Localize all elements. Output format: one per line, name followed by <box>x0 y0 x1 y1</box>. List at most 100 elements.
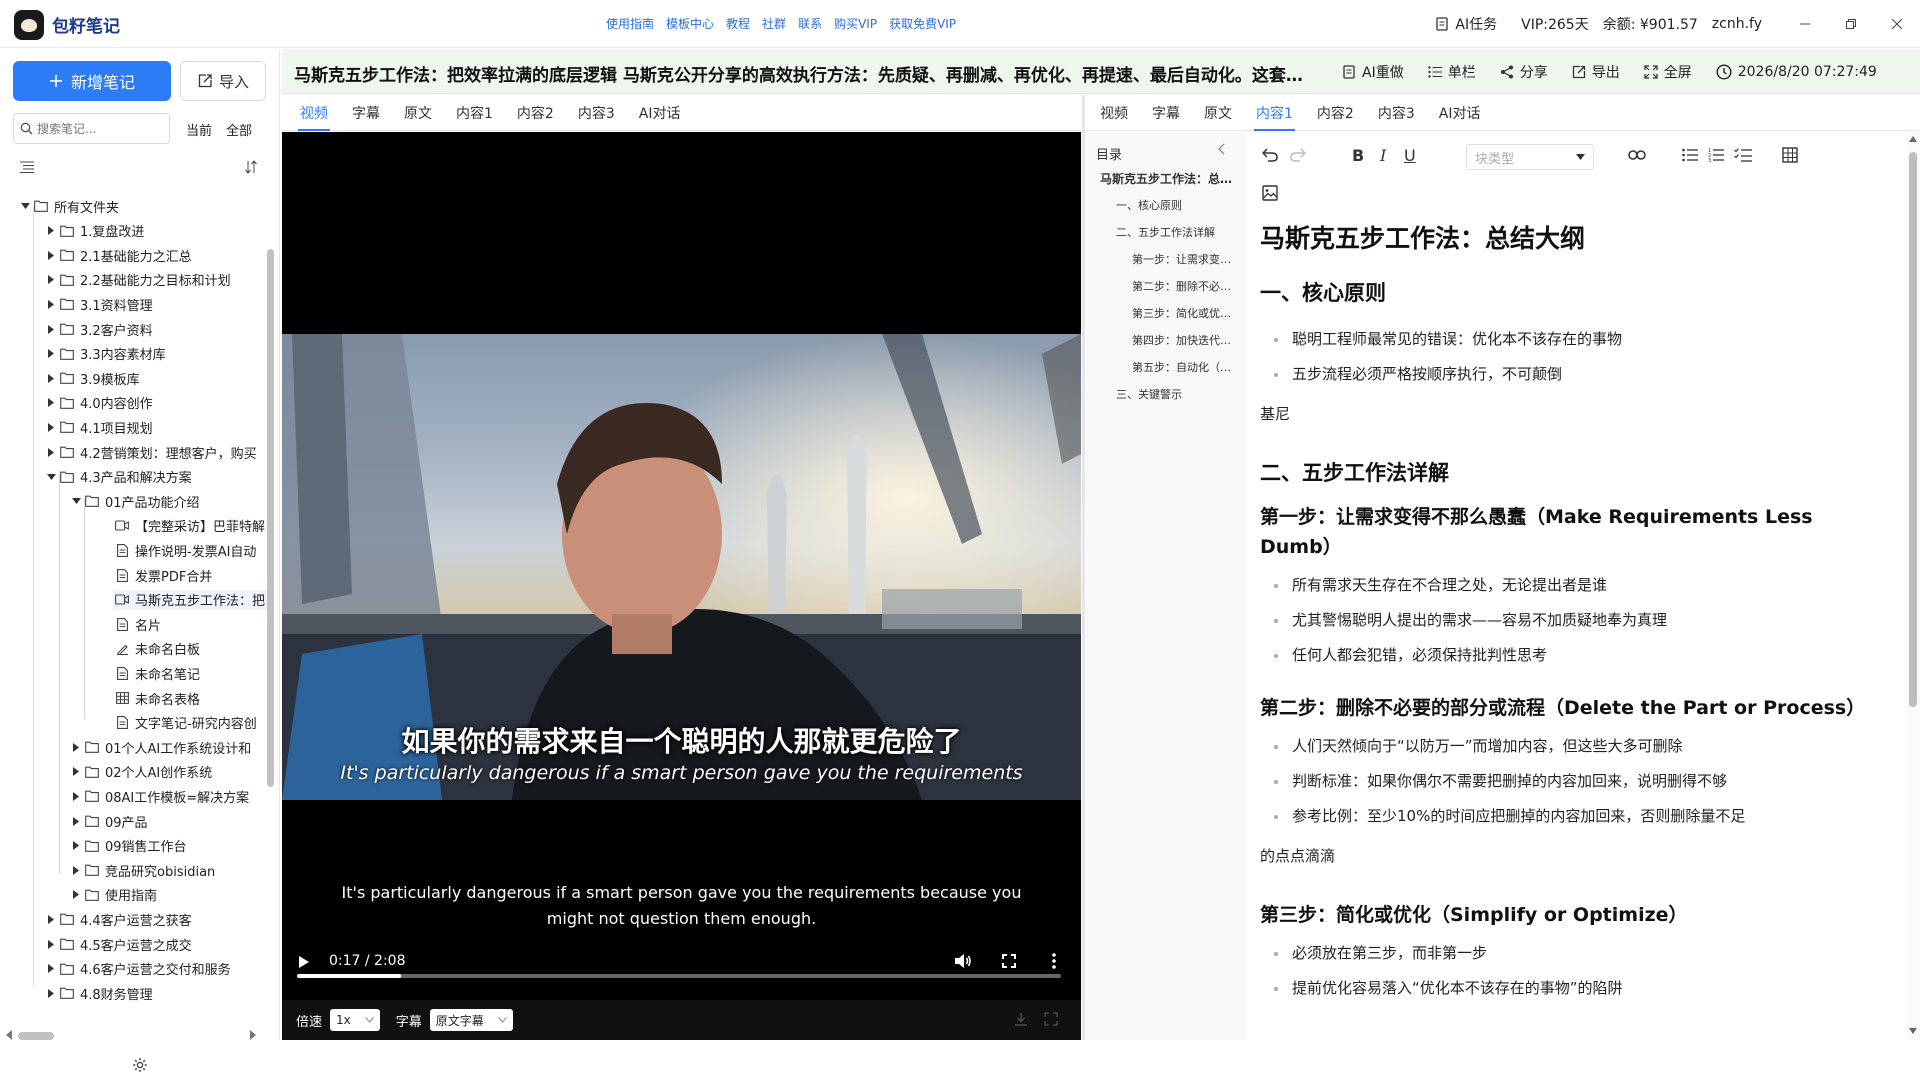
toc-item[interactable]: 第三步：简化或优… <box>1132 305 1236 321</box>
video-progress-bar[interactable] <box>297 974 1061 978</box>
tree-item[interactable]: 4.2营销策划：理想客户，购买 <box>44 442 257 462</box>
editor-scrollbar-thumb[interactable] <box>1909 152 1917 707</box>
expand-icon[interactable] <box>1044 1012 1058 1026</box>
caret-right-icon[interactable] <box>69 767 83 777</box>
tab-original[interactable]: 原文 <box>392 95 444 131</box>
subtitle-select[interactable]: 原文字幕 <box>429 1009 513 1031</box>
block-type-select[interactable]: 块类型 <box>1466 144 1594 170</box>
caret-right-icon[interactable] <box>44 988 58 998</box>
download-icon[interactable] <box>1014 1012 1028 1026</box>
scope-all[interactable]: 全部 <box>226 120 252 139</box>
tree-item[interactable]: 09产品 <box>69 811 148 831</box>
tree-item[interactable]: 【完整采访】巴菲特解 <box>113 516 265 536</box>
toc-item[interactable]: 第二步：删除不必… <box>1132 278 1236 294</box>
numbered-list-icon[interactable]: 123 <box>1708 147 1724 163</box>
tree-item[interactable]: 4.8财务管理 <box>44 983 153 1003</box>
sidebar-scrollbar[interactable] <box>267 249 274 787</box>
tree-item[interactable]: 2.2基础能力之目标和计划 <box>44 270 231 290</box>
tree-item[interactable]: 未命名表格 <box>113 688 200 708</box>
search-box[interactable] <box>13 113 170 144</box>
single-column-button[interactable]: 单栏 <box>1428 62 1476 82</box>
speed-select[interactable]: 1x <box>330 1009 380 1031</box>
scroll-up-arrow-icon[interactable] <box>1909 136 1917 142</box>
tree-item[interactable]: 08AI工作模板=解决方案 <box>69 786 249 806</box>
italic-icon[interactable]: I <box>1380 146 1386 165</box>
underline-icon[interactable]: U <box>1404 146 1416 165</box>
pane-divider[interactable] <box>1082 95 1085 1040</box>
tab-subtitles-right[interactable]: 字幕 <box>1140 95 1192 131</box>
caret-right-icon[interactable] <box>44 939 58 949</box>
tab-content3[interactable]: 内容3 <box>566 95 627 131</box>
share-button[interactable]: 分享 <box>1500 62 1548 82</box>
tab-content2[interactable]: 内容2 <box>505 95 566 131</box>
caret-down-icon[interactable] <box>18 203 32 209</box>
caret-right-icon[interactable] <box>44 447 58 457</box>
scope-current[interactable]: 当前 <box>186 120 212 139</box>
tree-item[interactable]: 4.6客户运营之交付和服务 <box>44 959 231 979</box>
export-button[interactable]: 导出 <box>1572 62 1620 82</box>
caret-right-icon[interactable] <box>44 914 58 924</box>
tree-item[interactable]: 3.1资料管理 <box>44 294 153 314</box>
list-menu-icon[interactable] <box>20 161 34 173</box>
tree-item[interactable]: 3.3内容素材库 <box>44 344 166 364</box>
sidebar-horizontal-scrollbar[interactable] <box>18 1032 54 1040</box>
toc-item[interactable]: 第五步：自动化（… <box>1132 359 1236 375</box>
settings-gear-icon[interactable] <box>132 1057 148 1073</box>
scroll-right-arrow-icon[interactable] <box>250 1030 256 1040</box>
ai-task-icon[interactable] <box>1435 17 1449 31</box>
toc-item[interactable]: 第四步：加快迭代… <box>1132 332 1236 348</box>
redo-icon[interactable] <box>1290 148 1306 162</box>
scroll-left-arrow-icon[interactable] <box>6 1030 12 1040</box>
tab-content2-right[interactable]: 内容2 <box>1305 95 1366 131</box>
sort-icon[interactable] <box>244 160 258 174</box>
fullscreen-video-icon[interactable] <box>1002 954 1016 968</box>
caret-right-icon[interactable] <box>44 250 58 260</box>
bold-icon[interactable]: B <box>1352 146 1364 165</box>
toc-item[interactable]: 三、关键警示 <box>1116 386 1236 402</box>
caret-down-icon[interactable] <box>44 473 58 480</box>
play-icon[interactable] <box>298 955 310 969</box>
tree-item[interactable]: 4.4客户运营之获客 <box>44 909 192 929</box>
table-insert-icon[interactable] <box>1782 147 1798 163</box>
nav-link-tutorial[interactable]: 教程 <box>726 15 750 32</box>
tree-item[interactable]: 名片 <box>113 614 161 634</box>
new-note-button[interactable]: 新增笔记 <box>13 61 171 101</box>
tree-item[interactable]: 发票PDF合并 <box>113 565 212 585</box>
toc-item[interactable]: 第一步：让需求变… <box>1132 251 1236 267</box>
caret-right-icon[interactable] <box>69 841 83 851</box>
tree-item[interactable]: 09销售工作台 <box>69 836 187 856</box>
caret-right-icon[interactable] <box>44 373 58 383</box>
tab-original-right[interactable]: 原文 <box>1192 95 1244 131</box>
tab-content1-right[interactable]: 内容1 <box>1244 95 1305 131</box>
minimize-button[interactable] <box>1782 0 1828 48</box>
tree-item[interactable]: 操作说明-发票AI自动 <box>113 540 256 560</box>
caret-right-icon[interactable] <box>69 865 83 875</box>
tree-item[interactable]: 3.2客户资料 <box>44 319 153 339</box>
tab-ai-chat-right[interactable]: AI对话 <box>1427 95 1493 131</box>
volume-icon[interactable] <box>954 953 972 969</box>
tree-item[interactable]: 4.5客户运营之成交 <box>44 934 192 954</box>
fullscreen-button[interactable]: 全屏 <box>1644 62 1692 82</box>
import-button[interactable]: 导入 <box>180 61 266 101</box>
ai-redo-button[interactable]: AI重做 <box>1342 62 1404 82</box>
nav-link-free-vip[interactable]: 获取免费VIP <box>889 15 956 32</box>
tree-item[interactable]: 4.3产品和解决方案 <box>44 467 192 487</box>
more-options-icon[interactable] <box>1052 953 1056 969</box>
nav-link-guide[interactable]: 使用指南 <box>606 15 654 32</box>
caret-right-icon[interactable] <box>69 816 83 826</box>
tab-content3-right[interactable]: 内容3 <box>1366 95 1427 131</box>
nav-link-templates[interactable]: 模板中心 <box>666 15 714 32</box>
caret-right-icon[interactable] <box>44 398 58 408</box>
tree-item[interactable]: 01个人AI工作系统设计和 <box>69 737 251 757</box>
tab-video-right[interactable]: 视频 <box>1088 95 1140 131</box>
note-editor[interactable]: B I U 块类型 123 马斯克五步工作法：总结大纲 一、核心原则 聪明工程师… <box>1248 132 1904 1040</box>
ai-task-button[interactable]: AI任务 <box>1455 14 1497 34</box>
caret-right-icon[interactable] <box>44 349 58 359</box>
tree-item[interactable]: 3.9模板库 <box>44 368 140 388</box>
toc-item[interactable]: 二、五步工作法详解 <box>1116 224 1236 240</box>
tab-content1[interactable]: 内容1 <box>444 95 505 131</box>
nav-link-buy-vip[interactable]: 购买VIP <box>834 15 877 32</box>
undo-icon[interactable] <box>1262 148 1278 162</box>
caret-right-icon[interactable] <box>44 275 58 285</box>
tree-item[interactable]: 02个人AI创作系统 <box>69 762 212 782</box>
